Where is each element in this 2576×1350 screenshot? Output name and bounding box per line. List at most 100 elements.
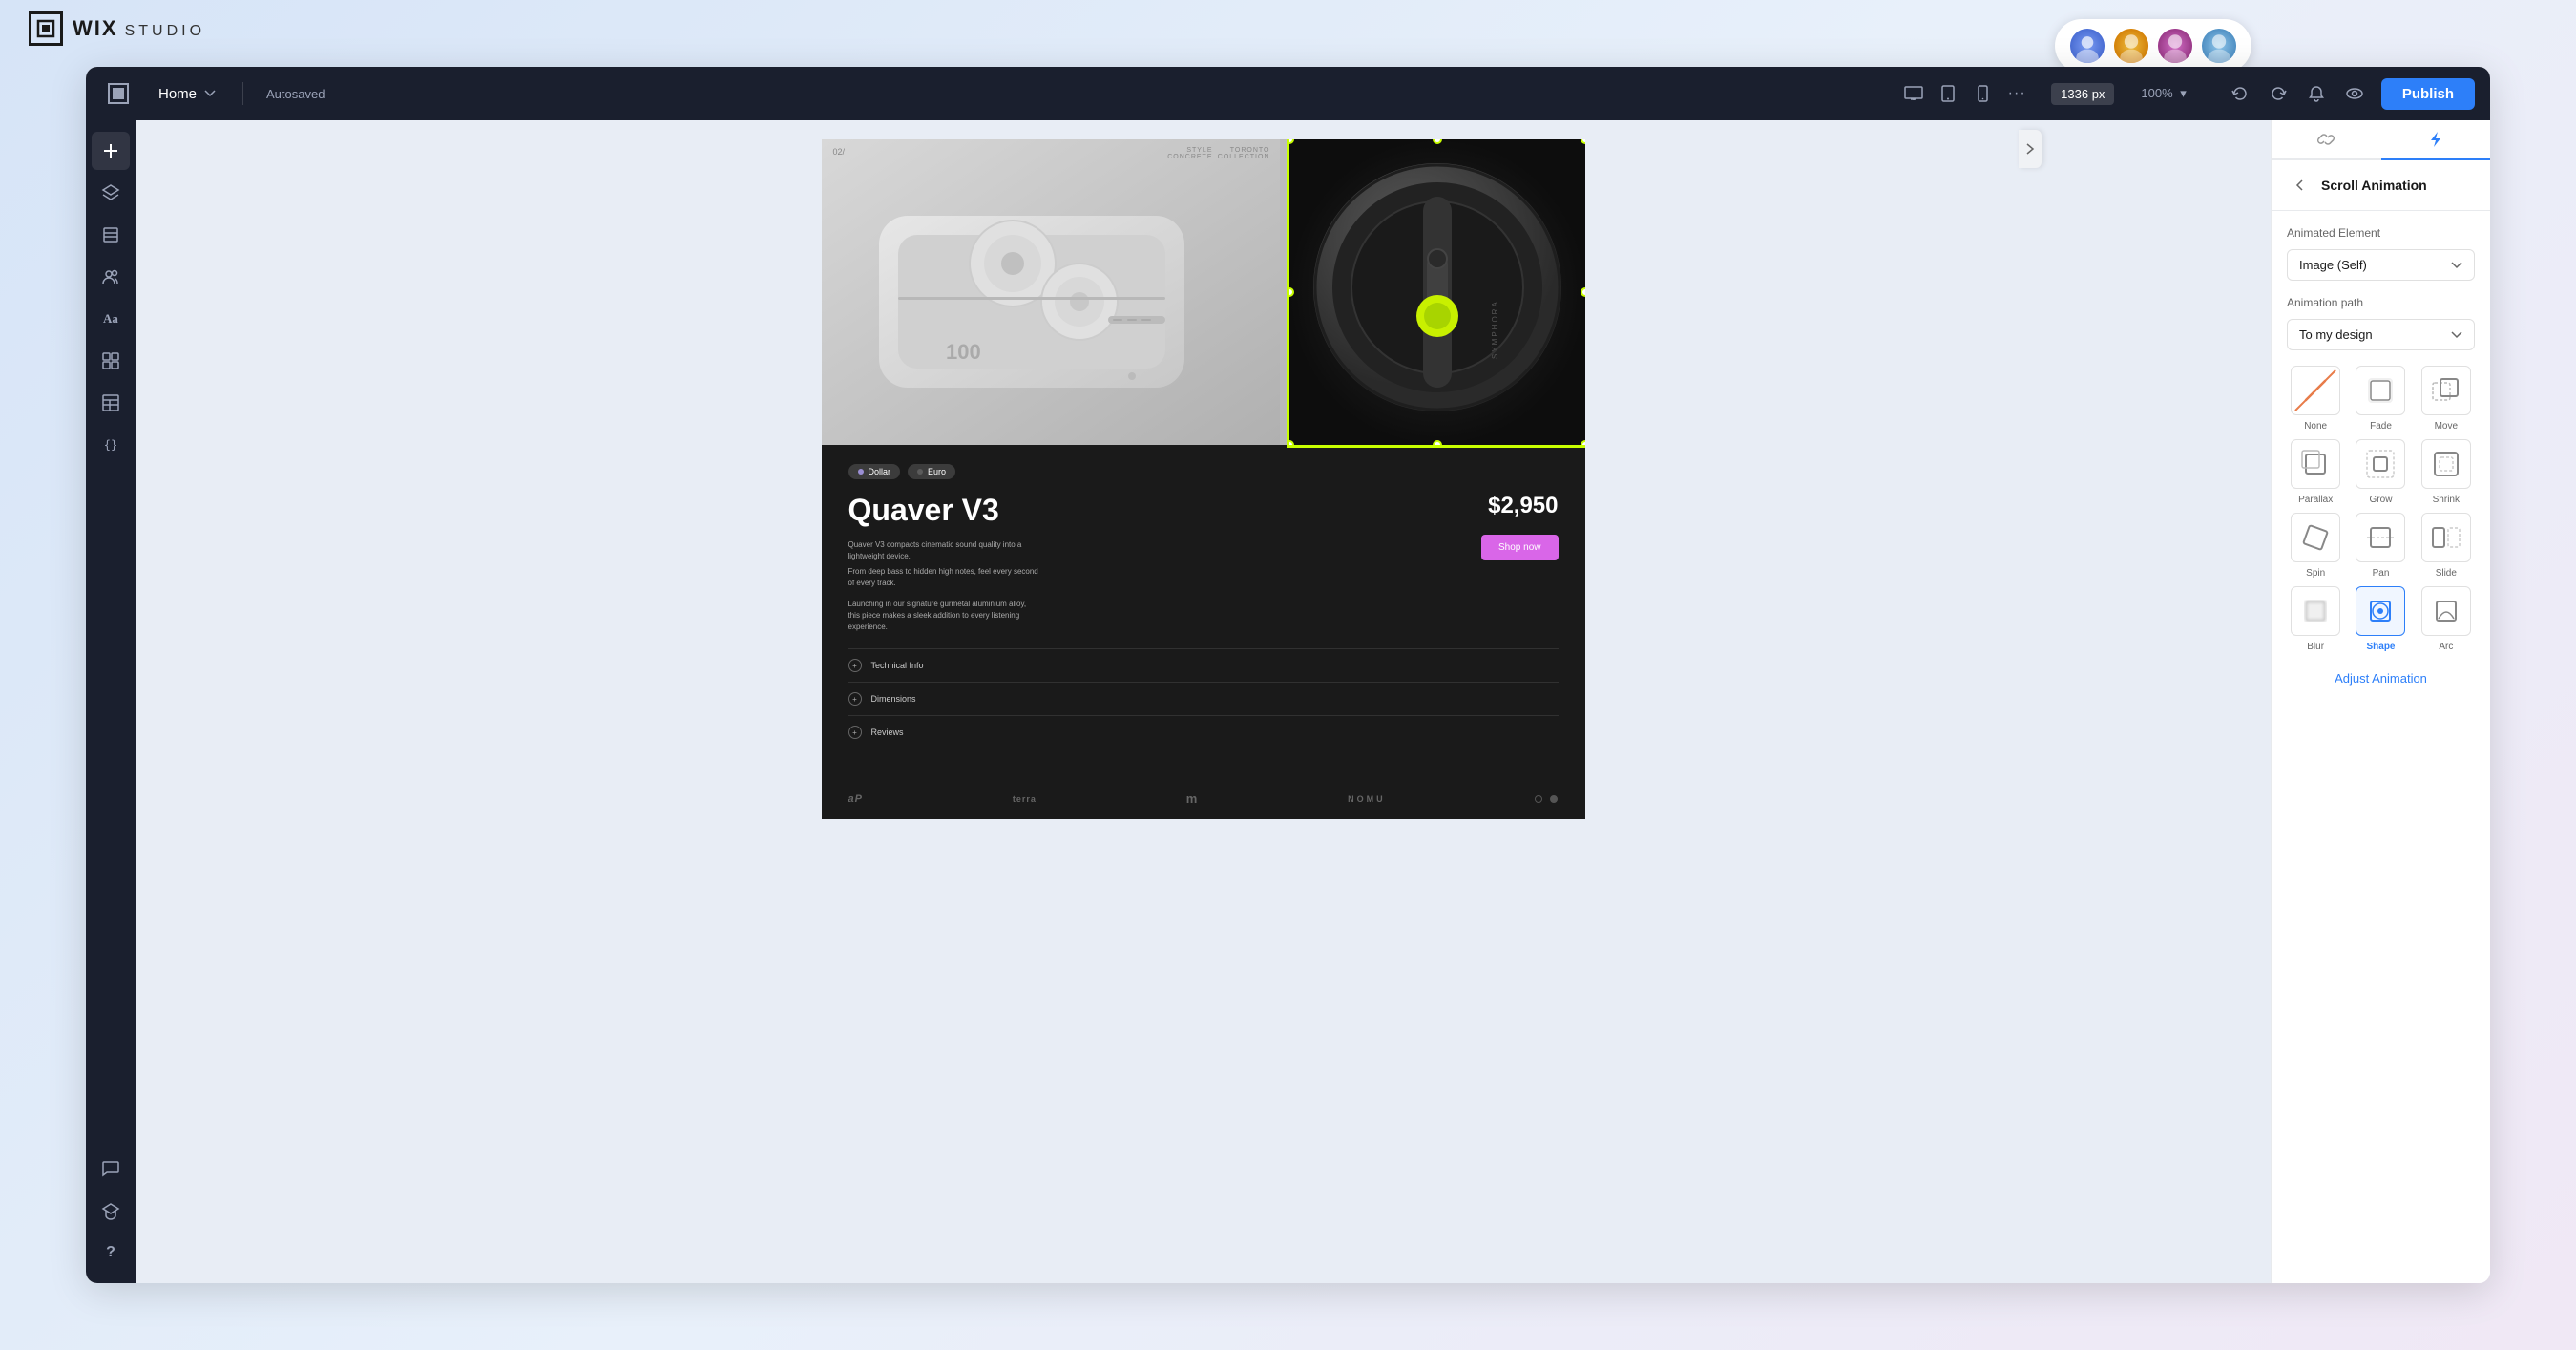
anim-pan[interactable]: Pan <box>2352 513 2409 579</box>
anim-fade-box <box>2356 366 2405 415</box>
panel-content: Animated Element Image (Self) Animation … <box>2272 211 2490 1283</box>
sidebar-layers-icon[interactable] <box>92 174 130 212</box>
move-icon <box>2427 371 2465 410</box>
anim-blur[interactable]: Blur <box>2287 586 2344 652</box>
headphone-image-left[interactable]: 100 02/ STYLE CONCRETE TORONTO <box>822 139 1289 445</box>
page-selector[interactable]: Home <box>147 80 227 108</box>
anim-parallax-box <box>2291 439 2340 489</box>
tab-expand-icon-2: + <box>848 692 862 706</box>
sidebar-apps-icon[interactable] <box>92 342 130 380</box>
anim-none[interactable]: None <box>2287 366 2344 432</box>
reviews-tab[interactable]: + Reviews <box>848 716 1559 749</box>
avatar-1[interactable] <box>2068 27 2106 65</box>
anim-arc-box <box>2421 586 2471 636</box>
panel-toggle-btn[interactable] <box>2019 130 2042 168</box>
sidebar-add-icon[interactable] <box>92 132 130 170</box>
spin-icon <box>2296 518 2335 557</box>
path-dropdown-chevron-icon <box>2451 331 2462 339</box>
anim-shape-label: Shape <box>2366 642 2395 652</box>
selection-handle-mr <box>1581 287 1585 297</box>
anim-shape-box <box>2356 586 2405 636</box>
sidebar-pages-icon[interactable] <box>92 216 130 254</box>
headphone-image-right[interactable]: SYMPHORA <box>1289 139 1585 445</box>
euro-badge[interactable]: Euro <box>908 464 955 479</box>
plus-icon <box>100 140 121 161</box>
desktop-view-btn[interactable] <box>1898 78 1929 109</box>
anim-grow[interactable]: Grow <box>2352 439 2409 505</box>
none-icon <box>2296 371 2335 410</box>
panel-tab-animate[interactable] <box>2381 120 2491 160</box>
sidebar-badge-icon[interactable] <box>92 1192 130 1230</box>
chat-icon <box>101 1159 120 1178</box>
anim-shape[interactable]: Shape <box>2352 586 2409 652</box>
sidebar-people-icon[interactable] <box>92 258 130 296</box>
more-devices-btn[interactable]: ··· <box>2001 78 2032 109</box>
canvas-top-images: 100 02/ STYLE CONCRETE TORONTO <box>822 139 1585 445</box>
left-sidebar: Aa {} <box>86 120 136 1283</box>
grow-icon <box>2361 445 2399 483</box>
selection-handle-br <box>1581 440 1585 445</box>
arc-icon <box>2427 592 2465 630</box>
shop-now-button[interactable]: Shop now <box>1481 535 1558 560</box>
product-description-2: From deep bass to hidden high notes, fee… <box>848 566 1039 589</box>
undo-button[interactable] <box>2225 78 2255 109</box>
animation-path-dropdown[interactable]: To my design <box>2287 319 2475 350</box>
technical-info-tab[interactable]: + Technical Info <box>848 649 1559 683</box>
anim-shrink[interactable]: Shrink <box>2418 439 2475 505</box>
avatar-2[interactable] <box>2112 27 2150 65</box>
undo-icon <box>2231 85 2249 102</box>
editor-container: Home Autosaved <box>86 67 2490 1283</box>
dollar-badge[interactable]: Dollar <box>848 464 901 479</box>
sidebar-table-icon[interactable] <box>92 384 130 422</box>
wix-icon-btn[interactable] <box>101 76 136 111</box>
sidebar-help-icon[interactable]: ? <box>92 1234 130 1272</box>
tab-expand-icon-3: + <box>848 726 862 739</box>
dimensions-tab[interactable]: + Dimensions <box>848 683 1559 716</box>
image-number: 02/ <box>833 147 846 157</box>
blur-icon <box>2296 592 2335 630</box>
page-name: Home <box>158 86 197 102</box>
anim-move[interactable]: Move <box>2418 366 2475 432</box>
anim-blur-box <box>2291 586 2340 636</box>
parallax-icon <box>2296 445 2335 483</box>
brand-dots <box>1535 795 1558 803</box>
selection-handle-bc <box>1433 440 1442 445</box>
brand-logo-ap: aP <box>848 793 863 805</box>
animated-element-dropdown[interactable]: Image (Self) <box>2287 249 2475 281</box>
selection-handle-bl <box>1289 440 1294 445</box>
canvas-area[interactable]: 100 02/ STYLE CONCRETE TORONTO <box>136 120 2271 1283</box>
sidebar-chat-icon[interactable] <box>92 1150 130 1188</box>
wix-studio-text: WIX STUDIO <box>73 16 205 41</box>
shrink-icon <box>2427 445 2465 483</box>
anim-spin[interactable]: Spin <box>2287 513 2344 579</box>
lightning-icon <box>2426 130 2445 149</box>
animation-grid-row1: None Fade <box>2287 366 2475 432</box>
sidebar-code-icon[interactable]: {} <box>92 426 130 464</box>
avatar-4[interactable] <box>2200 27 2238 65</box>
zoom-selector[interactable]: 100% ▾ <box>2133 82 2193 105</box>
sidebar-text-icon[interactable]: Aa <box>92 300 130 338</box>
product-description-3: Launching in our signature gurmetal alum… <box>848 599 1039 633</box>
anim-grow-label: Grow <box>2370 495 2393 505</box>
currency-badges: Dollar Euro <box>848 464 1559 479</box>
anim-shrink-box <box>2421 439 2471 489</box>
style-label: STYLE CONCRETE <box>1167 147 1212 160</box>
notifications-button[interactable] <box>2301 78 2332 109</box>
redo-button[interactable] <box>2263 78 2293 109</box>
product-section: Dollar Euro Quaver V3 Quaver V3 compacts… <box>822 445 1585 778</box>
avatar-3[interactable] <box>2156 27 2194 65</box>
anim-parallax[interactable]: Parallax <box>2287 439 2344 505</box>
mobile-view-btn[interactable] <box>1967 78 1998 109</box>
panel-tab-link[interactable] <box>2272 120 2381 160</box>
adjust-animation-link[interactable]: Adjust Animation <box>2287 660 2475 697</box>
tablet-view-btn[interactable] <box>1933 78 1963 109</box>
anim-arc[interactable]: Arc <box>2418 586 2475 652</box>
pages-icon <box>101 225 120 244</box>
back-button[interactable] <box>2287 172 2314 199</box>
product-name: Quaver V3 <box>848 493 1482 528</box>
anim-slide[interactable]: Slide <box>2418 513 2475 579</box>
brand-bar: aP terra m NOMU <box>822 778 1585 819</box>
anim-fade[interactable]: Fade <box>2352 366 2409 432</box>
preview-button[interactable] <box>2339 78 2370 109</box>
publish-button[interactable]: Publish <box>2381 78 2475 110</box>
